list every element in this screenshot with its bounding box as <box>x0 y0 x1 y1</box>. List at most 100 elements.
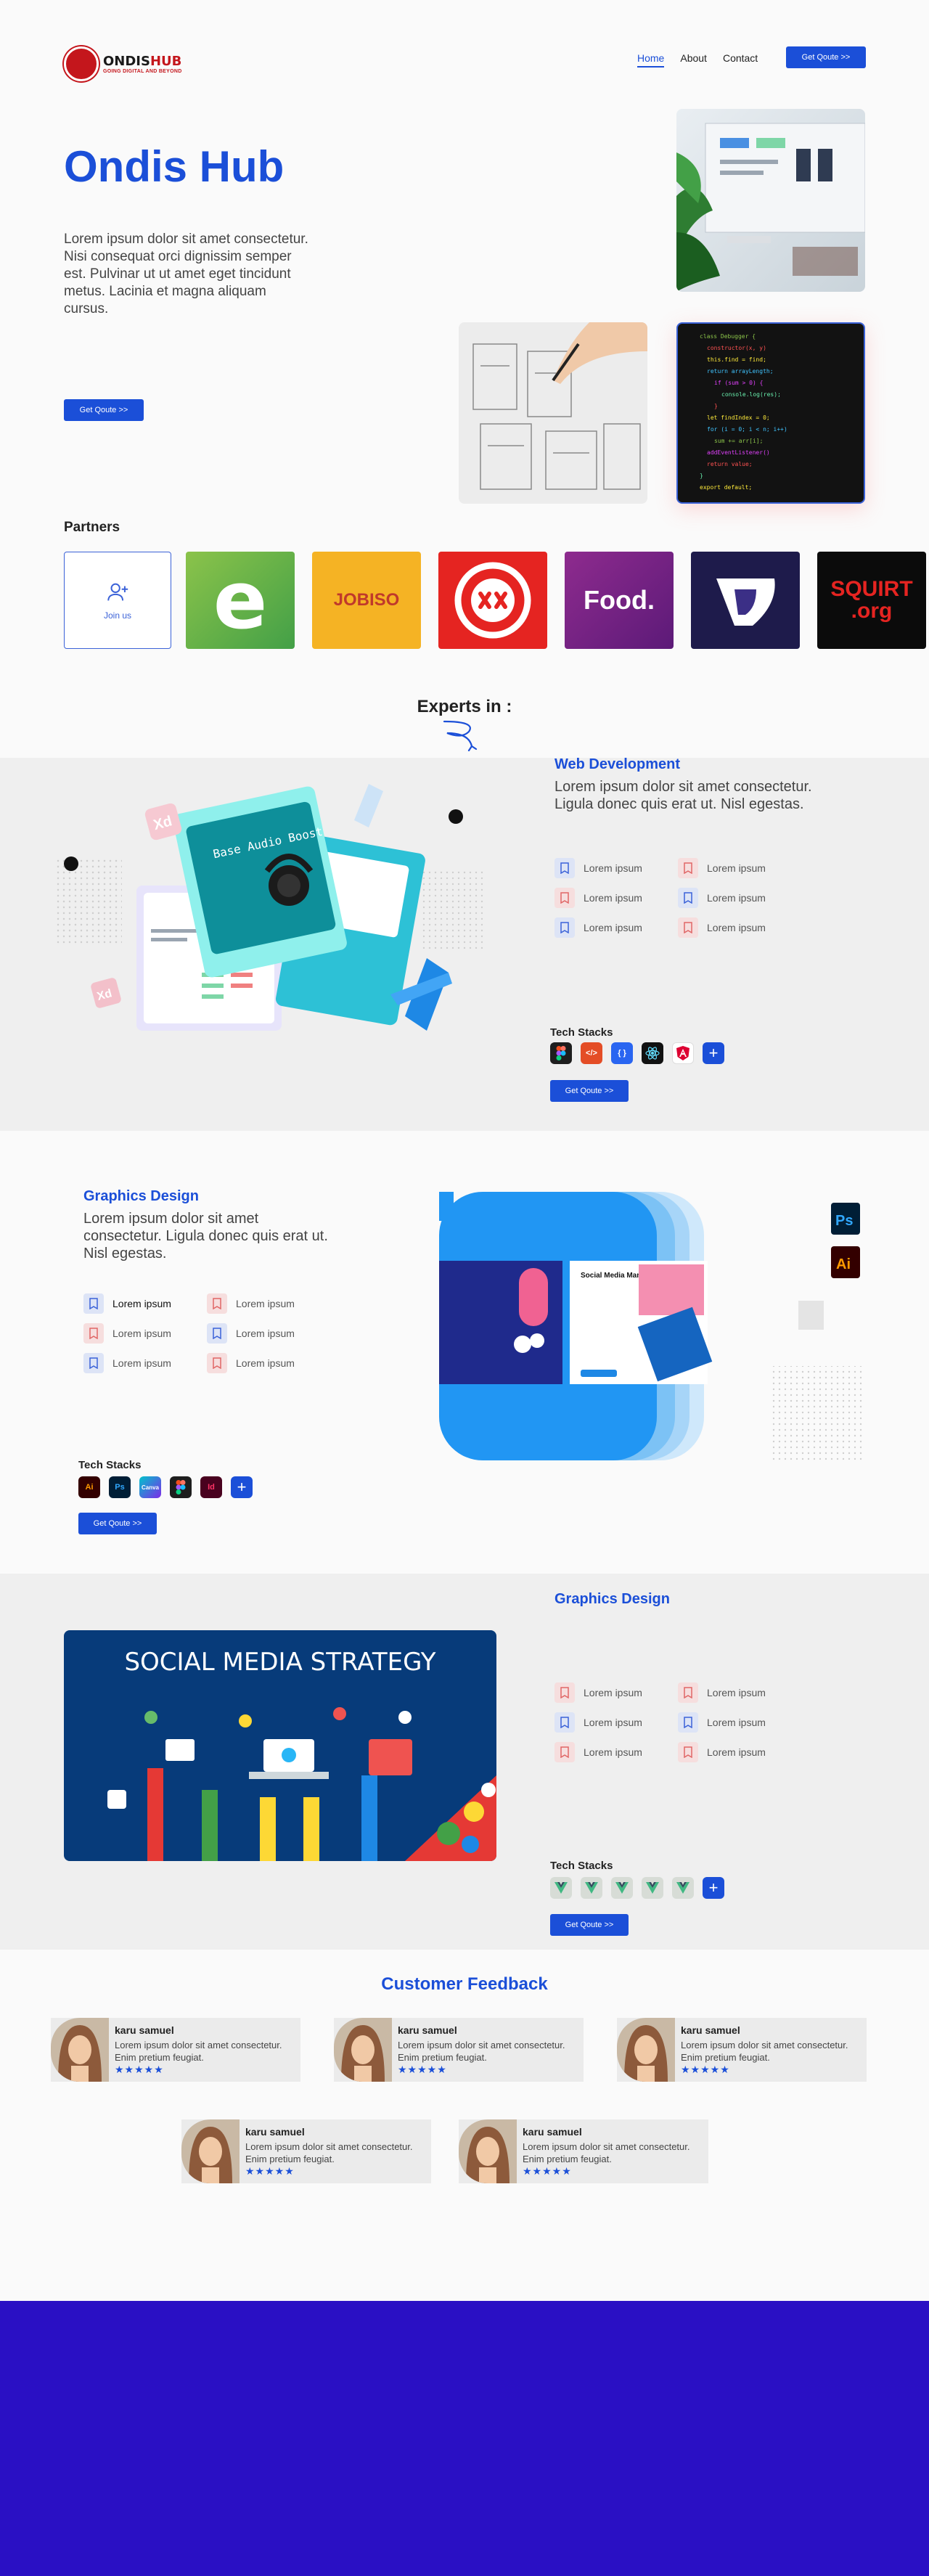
svg-text:sum += arr[i];: sum += arr[i]; <box>714 438 763 444</box>
bookmark-icon <box>554 917 575 938</box>
web-dev-illustration: Base Audio Boost Xd Xd <box>57 784 492 1103</box>
graphics-stack-icons: Ai Ps Canva Id + <box>78 1476 253 1498</box>
vue-icon <box>550 1877 572 1899</box>
bookmark-icon <box>207 1353 227 1373</box>
figma-icon <box>550 1042 572 1064</box>
logo-mark <box>64 46 99 81</box>
join-us-label: Join us <box>103 610 132 621</box>
star-rating: ★★★★★ <box>398 2063 447 2075</box>
feature-item: Lorem ipsum <box>554 1742 678 1762</box>
bookmark-icon <box>554 1712 575 1733</box>
hero-image-code: class Debugger { constructor(x, y) this.… <box>676 322 865 504</box>
web-quote-button[interactable]: Get Qoute >> <box>550 1080 629 1102</box>
feature-item: Lorem ipsum <box>678 1712 801 1733</box>
add-stack-icon[interactable]: + <box>703 1042 724 1064</box>
svg-text:Ps: Ps <box>835 1213 853 1229</box>
graphics-title: Graphics Design <box>83 1188 199 1204</box>
feature-item: Lorem ipsum <box>554 888 678 908</box>
web-stack-title: Tech Stacks <box>550 1026 613 1039</box>
bookmark-icon <box>207 1293 227 1314</box>
avatar <box>51 2018 109 2082</box>
join-us-card[interactable]: Join us <box>64 552 171 649</box>
indesign-icon: Id <box>200 1476 222 1498</box>
partner-logo-food[interactable]: Food. <box>565 552 674 649</box>
svg-text:}: } <box>700 473 703 479</box>
feature-item: Lorem ipsum <box>554 917 678 938</box>
nav-contact[interactable]: Contact <box>723 52 758 68</box>
star-rating: ★★★★★ <box>681 2063 730 2075</box>
feature-item: Lorem ipsum <box>678 917 801 938</box>
add-stack-icon[interactable]: + <box>703 1877 724 1899</box>
feedback-card: karu samuel Lorem ipsum dolor sit amet co… <box>51 2018 300 2082</box>
partner-xx-icon <box>454 562 531 639</box>
avatar <box>181 2119 240 2183</box>
svg-text:if (sum > 0) {: if (sum > 0) { <box>714 380 763 386</box>
bookmark-icon <box>83 1323 104 1344</box>
star-rating: ★★★★★ <box>245 2164 295 2177</box>
add-stack-icon[interactable]: + <box>231 1476 253 1498</box>
bookmark-icon <box>554 858 575 878</box>
bookmark-icon <box>678 917 698 938</box>
logo-tagline: GOING DIGITAL AND BEYOND <box>103 69 182 74</box>
graphics-illustration: Social Media Manager Ps Ai <box>435 1185 871 1468</box>
partner-logo-squirt[interactable]: SQUIRT .org <box>817 552 926 649</box>
svg-text:class Debugger {: class Debugger { <box>700 333 756 340</box>
svg-text:console.log(res);: console.log(res); <box>721 391 781 398</box>
html-icon: </> <box>581 1042 602 1064</box>
bookmark-icon <box>83 1353 104 1373</box>
partner-logo-xx[interactable] <box>438 552 547 649</box>
partner-logo-d[interactable] <box>691 552 800 649</box>
feature-item: Lorem ipsum <box>207 1293 330 1314</box>
main-nav: Home About Contact <box>637 52 758 68</box>
hero-text: Lorem ipsum dolor sit amet consectetur. … <box>64 232 308 316</box>
graphics-features: Lorem ipsum Lorem ipsum Lorem ipsum Lore… <box>83 1293 330 1373</box>
avatar <box>334 2018 392 2082</box>
hero-image-sketch <box>459 322 647 504</box>
partner-logo-jobiso[interactable]: JOBISO <box>312 552 421 649</box>
header-quote-button[interactable]: Get Qoute >> <box>786 46 866 68</box>
bookmark-icon <box>678 1742 698 1762</box>
svg-text:let findIndex = 0;: let findIndex = 0; <box>707 414 770 421</box>
photoshop-icon: Ps <box>109 1476 131 1498</box>
feature-item: Lorem ipsum <box>207 1353 330 1373</box>
feature-item: Lorem ipsum <box>207 1323 330 1344</box>
feedback-card: karu samuel Lorem ipsum dolor sit amet co… <box>617 2018 867 2082</box>
web-dev-features: Lorem ipsum Lorem ipsum Lorem ipsum Lore… <box>554 858 801 938</box>
vue-icon <box>611 1877 633 1899</box>
svg-text:return value;: return value; <box>707 461 753 467</box>
svg-text:Ai: Ai <box>836 1256 851 1272</box>
hero-quote-button[interactable]: Get Qoute >> <box>64 399 144 421</box>
avatar <box>617 2018 675 2082</box>
canva-icon: Canva <box>139 1476 161 1498</box>
bookmark-icon <box>678 1712 698 1733</box>
feature-item: Lorem ipsum <box>83 1353 207 1373</box>
bookmark-icon <box>554 1682 575 1703</box>
nav-home[interactable]: Home <box>637 52 665 68</box>
feature-item: Lorem ipsum <box>678 888 801 908</box>
graphics2-quote-button[interactable]: Get Qoute >> <box>550 1914 629 1936</box>
partners-title: Partners <box>64 520 120 535</box>
vue-icon <box>672 1877 694 1899</box>
avatar <box>459 2119 517 2183</box>
experts-title: Experts in : <box>417 697 512 716</box>
svg-text:return arrayLength;: return arrayLength; <box>707 368 774 375</box>
nav-about[interactable]: About <box>680 52 707 68</box>
vue-icon <box>642 1877 663 1899</box>
graphics-stack-title: Tech Stacks <box>78 1459 142 1471</box>
feature-item: Lorem ipsum <box>554 858 678 878</box>
feedback-title: Customer Feedback <box>381 1974 548 1994</box>
partner-logo-e[interactable]: e <box>186 552 295 649</box>
feature-item: Lorem ipsum <box>554 1712 678 1733</box>
graphics2-features: Lorem ipsum Lorem ipsum Lorem ipsum Lore… <box>554 1682 801 1762</box>
svg-text:this.find = find;: this.find = find; <box>707 356 766 363</box>
logo-name: ONDISHUB <box>103 54 182 69</box>
graphics2-stack-title: Tech Stacks <box>550 1860 613 1872</box>
feature-item: Lorem ipsum <box>83 1323 207 1344</box>
web-dev-text: Lorem ipsum dolor sit amet consectetur. … <box>554 779 812 812</box>
partner-d-icon <box>716 578 775 626</box>
bookmark-icon <box>554 1742 575 1762</box>
logo[interactable]: ONDISHUB GOING DIGITAL AND BEYOND <box>64 45 209 83</box>
graphics-quote-button[interactable]: Get Qoute >> <box>78 1513 157 1534</box>
bookmark-icon <box>678 858 698 878</box>
feature-item: Lorem ipsum <box>678 858 801 878</box>
